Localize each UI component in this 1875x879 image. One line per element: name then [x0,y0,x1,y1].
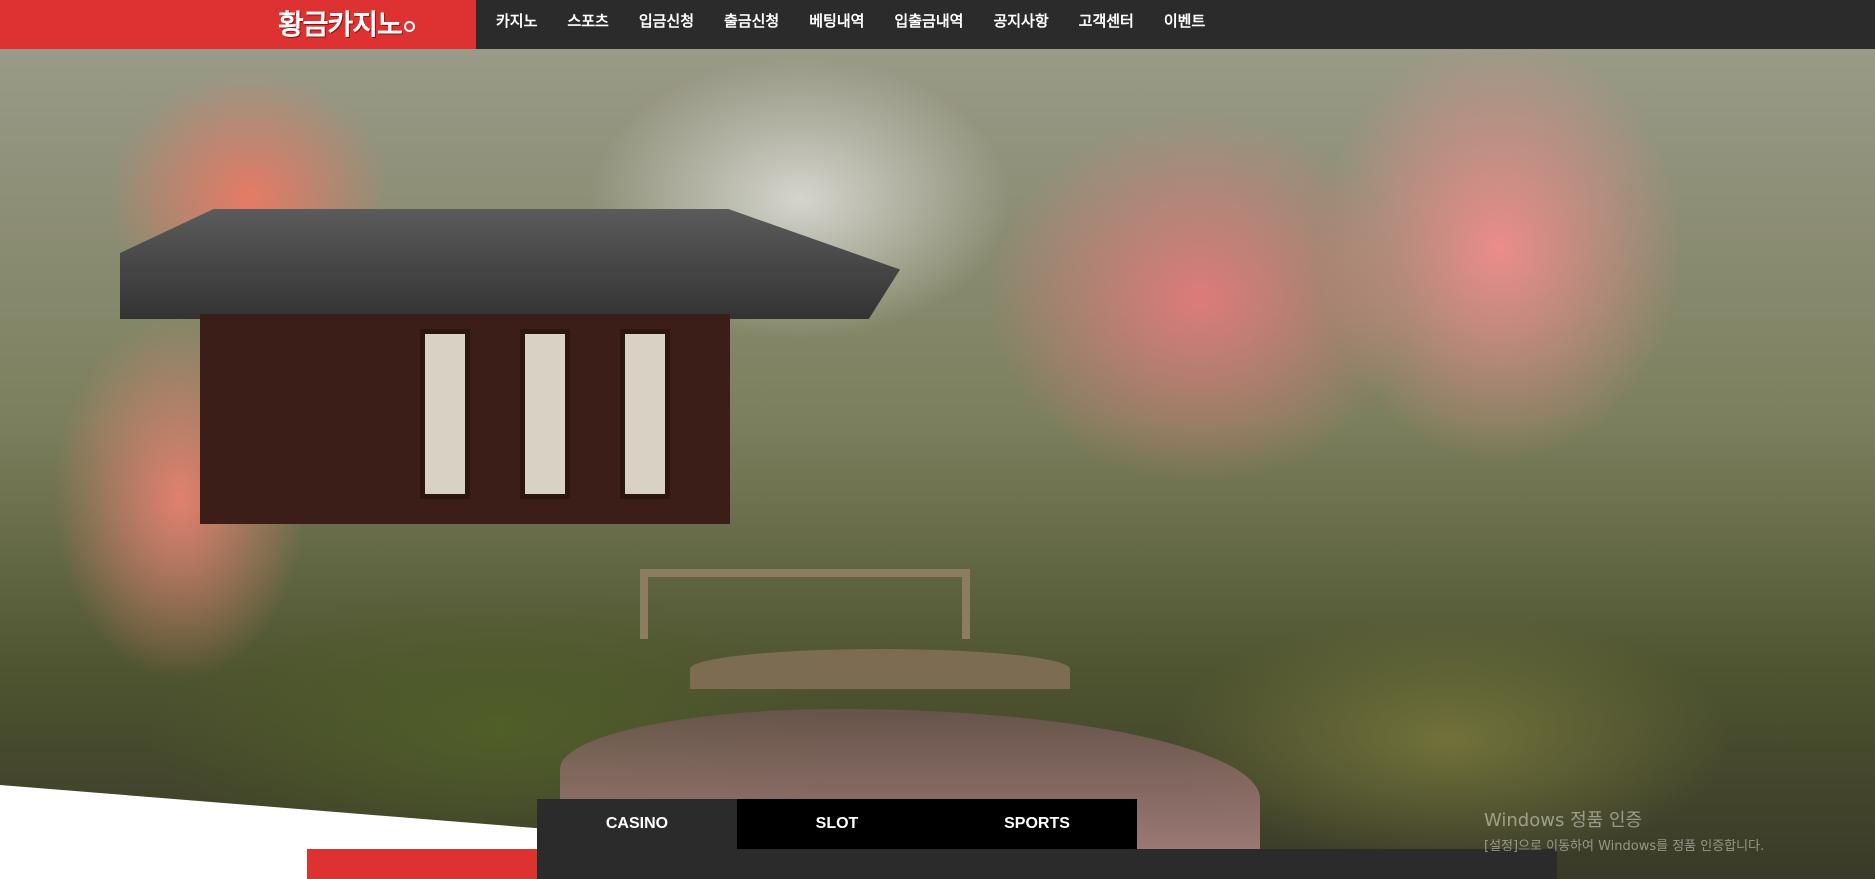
pavilion-roof [120,209,900,319]
hero-banner-image [0,49,1875,879]
nav-item-support[interactable]: 고객센터 [1079,10,1134,31]
nav-item-notice[interactable]: 공지사항 [993,10,1048,31]
red-tab-decoration [307,849,540,879]
nav-item-transactions[interactable]: 입출금내역 [894,10,963,31]
bridge-rail [640,569,970,639]
tab-slot[interactable]: SLOT [737,799,937,849]
pavilion-window [520,329,570,499]
logo-text: 황금카지노 [278,8,403,41]
top-navigation-bar: 황금카지노 카지노 스포츠 입금신청 출금신청 베팅내역 입출금내역 공지사항 … [0,0,1875,49]
pavilion-window [420,329,470,499]
game-panel [537,849,1557,879]
nav-item-deposit[interactable]: 입금신청 [639,10,694,31]
nav-item-withdraw[interactable]: 출금신청 [724,10,779,31]
logo-mark-icon [403,21,415,32]
watermark-title: Windows 정품 인증 [1484,810,1643,831]
watermark-subtitle: [설정]으로 이동하여 Windows를 정품 인증합니다. [1484,839,1765,854]
nav-item-sports[interactable]: 스포츠 [567,10,608,31]
game-category-tabs: CASINO SLOT SPORTS [537,799,1137,849]
site-logo[interactable]: 황금카지노 [278,3,415,43]
tab-casino[interactable]: CASINO [537,799,737,849]
nav-item-casino[interactable]: 카지노 [496,10,537,31]
logo-area: 황금카지노 [0,0,476,49]
windows-activation-watermark: Windows 정품 인증 [설정]으로 이동하여 Windows를 정품 인증… [1484,806,1764,854]
bridge [690,649,1070,689]
main-nav: 카지노 스포츠 입금신청 출금신청 베팅내역 입출금내역 공지사항 고객센터 이… [496,0,1235,41]
nav-item-event[interactable]: 이벤트 [1164,10,1205,31]
tab-sports[interactable]: SPORTS [937,799,1137,849]
pavilion-window [620,329,670,499]
nav-item-bet-history[interactable]: 베팅내역 [809,10,864,31]
